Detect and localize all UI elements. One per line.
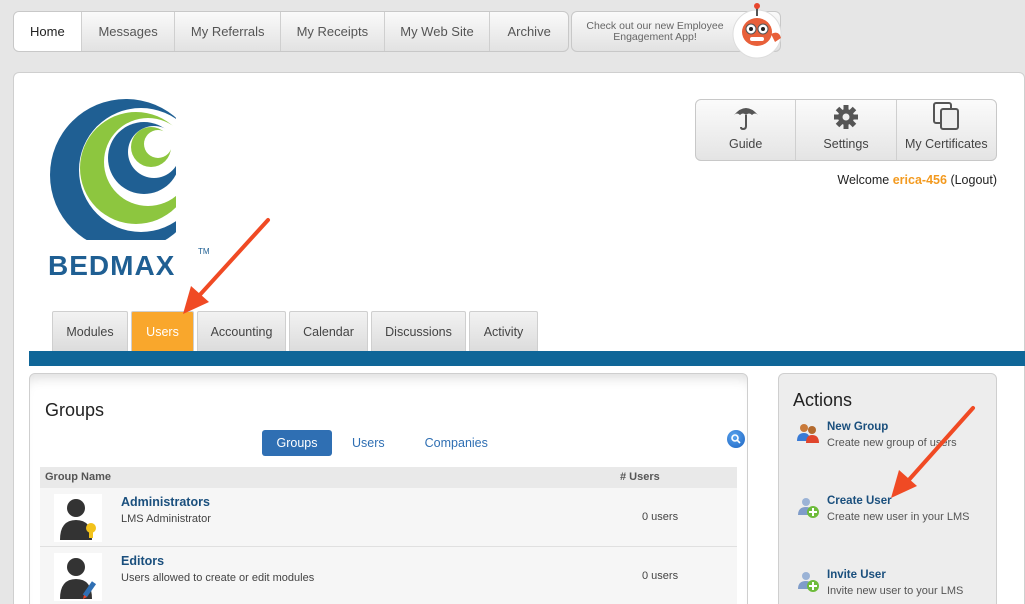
logout-link[interactable]: (Logout) (950, 173, 997, 187)
groups-title: Groups (45, 400, 105, 420)
column-user-count[interactable]: # Users (620, 471, 660, 483)
table-row: Administrators LMS Administrator 0 users (40, 488, 737, 547)
logo-trademark: TM (198, 247, 210, 256)
settings-label: Settings (823, 137, 869, 151)
new-group-label[interactable]: New Group (827, 421, 888, 433)
group-description: LMS Administrator (121, 513, 211, 525)
tab-underline-bar (29, 351, 1025, 366)
top-nav: Home Messages My Referrals My Receipts M… (13, 11, 569, 52)
guide-button[interactable]: Guide (696, 100, 797, 160)
apptab-activity[interactable]: Activity (469, 311, 538, 351)
invite-user-description: Invite new user to your LMS (827, 585, 964, 597)
action-invite-user[interactable]: Invite User Invite new user to your LMS (793, 569, 993, 603)
group-description: Users allowed to create or edit modules (121, 572, 315, 584)
invite-user-icon (798, 572, 819, 592)
tab-my-receipts[interactable]: My Receipts (281, 12, 385, 51)
apptab-accounting[interactable]: Accounting (197, 311, 286, 351)
welcome-prefix: Welcome (837, 173, 890, 187)
create-user-icon (798, 498, 819, 518)
tab-my-web-site[interactable]: My Web Site (385, 12, 491, 51)
invite-user-label[interactable]: Invite User (827, 569, 886, 581)
certificates-copy-icon (933, 102, 960, 130)
welcome-line: Welcome erica-456 (Logout) (837, 173, 997, 187)
column-group-name[interactable]: Group Name (45, 471, 111, 483)
group-name[interactable]: Editors (121, 554, 164, 568)
tab-archive[interactable]: Archive (490, 12, 568, 51)
group-name[interactable]: Administrators (121, 495, 210, 509)
my-certificates-button[interactable]: My Certificates (897, 100, 996, 160)
gear-icon (833, 105, 858, 129)
action-new-group[interactable]: New Group Create new group of users (793, 421, 993, 455)
new-group-icon (797, 424, 819, 443)
apptab-discussions[interactable]: Discussions (371, 311, 466, 351)
view-switcher: Groups Users Companies (262, 430, 508, 456)
search-button[interactable] (727, 430, 745, 448)
umbrella-icon (733, 108, 758, 131)
segment-groups[interactable]: Groups (262, 430, 332, 456)
table-header: Group Name # Users (40, 467, 737, 488)
action-create-user[interactable]: Create User Create new user in your LMS (793, 495, 993, 529)
logo-wordmark: BEDMAX (48, 250, 176, 281)
segment-users[interactable]: Users (332, 430, 405, 456)
tab-messages[interactable]: Messages (82, 12, 176, 51)
apptab-modules[interactable]: Modules (52, 311, 128, 351)
new-group-description: Create new group of users (827, 437, 957, 449)
header-toolbar: Guide Settings My Certificates (695, 99, 997, 161)
group-user-count: 0 users (642, 511, 679, 523)
settings-button[interactable]: Settings (796, 100, 897, 160)
search-icon (731, 434, 741, 444)
table-row: Editors Users allowed to create or edit … (40, 547, 737, 604)
tab-my-referrals[interactable]: My Referrals (175, 12, 282, 51)
create-user-description: Create new user in your LMS (827, 511, 970, 523)
segment-companies[interactable]: Companies (405, 430, 508, 456)
apptab-users[interactable]: Users (131, 311, 194, 351)
apptab-calendar[interactable]: Calendar (289, 311, 368, 351)
actions-title: Actions (793, 390, 853, 410)
my-certificates-label: My Certificates (904, 137, 988, 151)
editor-avatar-icon (54, 553, 102, 601)
guide-label: Guide (728, 137, 763, 151)
promo-text: Check out our new Employee Engagement Ap… (586, 20, 724, 43)
create-user-label[interactable]: Create User (827, 495, 892, 507)
tab-home[interactable]: Home (14, 12, 82, 51)
mascot-robot-icon[interactable] (727, 2, 787, 62)
welcome-username[interactable]: erica-456 (893, 173, 947, 187)
admin-avatar-icon (54, 494, 102, 542)
group-user-count: 0 users (642, 570, 679, 582)
app-tabs: Modules Users Accounting Calendar Discus… (52, 311, 538, 351)
